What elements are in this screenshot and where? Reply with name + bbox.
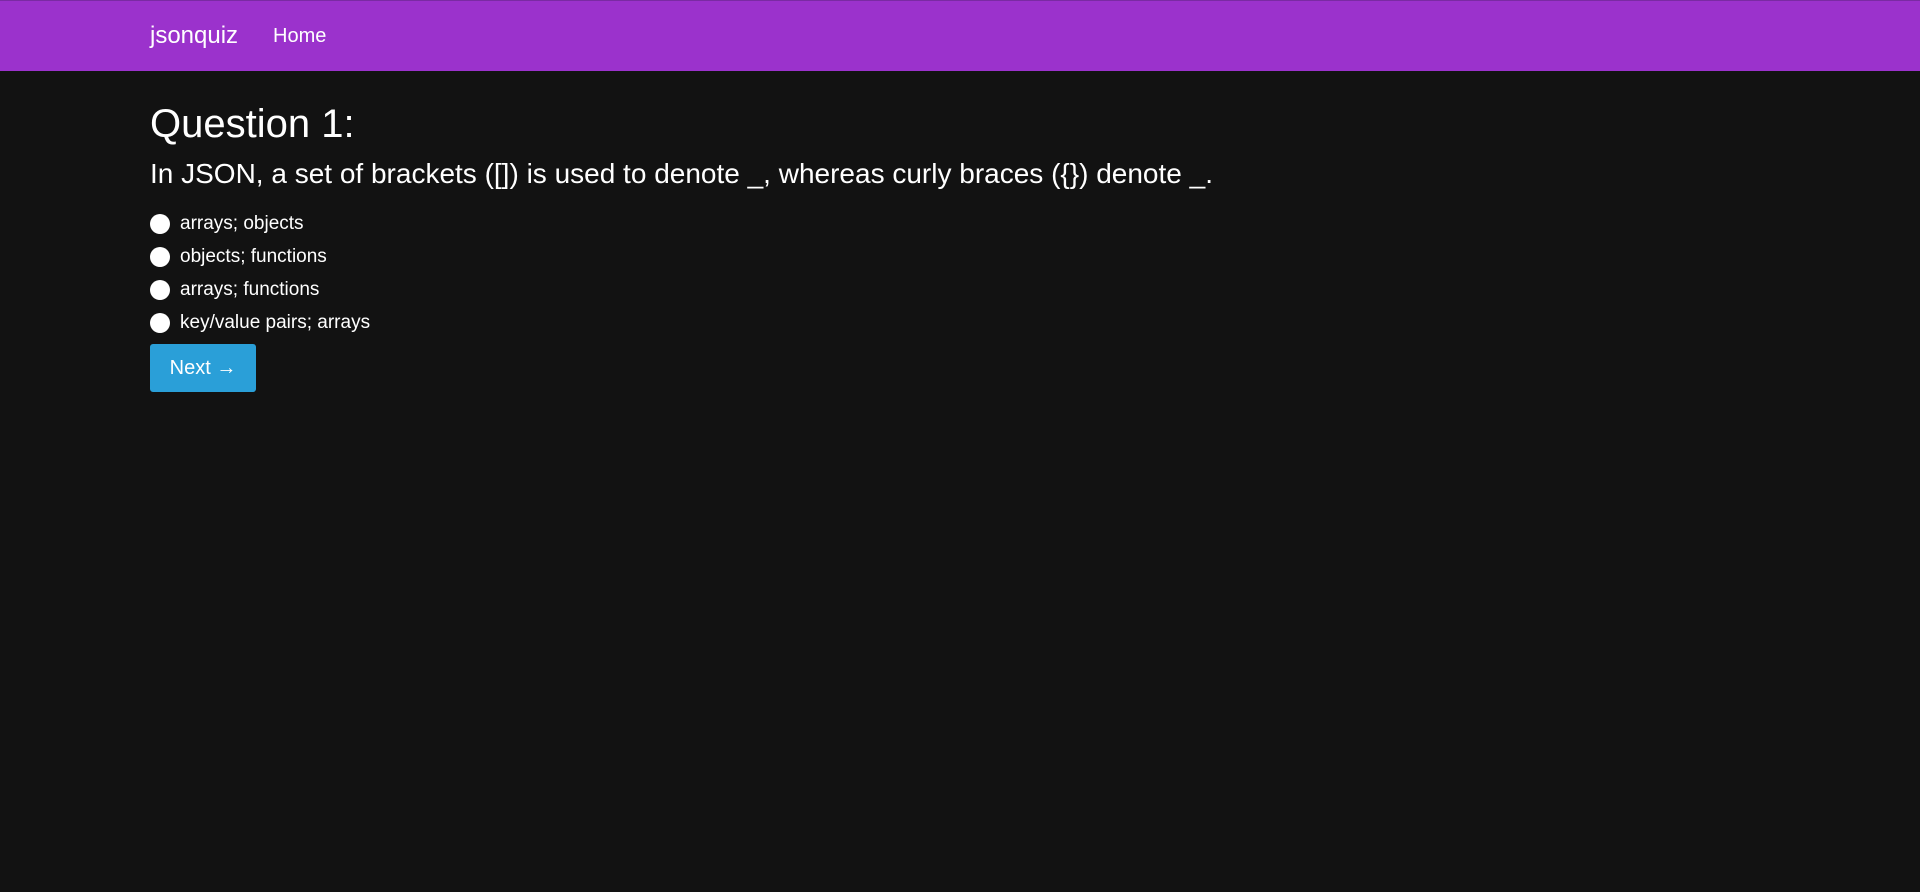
answer-option[interactable]: arrays; objects [150,207,370,240]
answer-option-label: arrays; functions [180,278,320,300]
answer-option-label: key/value pairs; arrays [180,311,371,333]
answer-option-label: arrays; objects [180,212,304,234]
radio-button[interactable] [150,279,170,300]
brand-link[interactable]: jsonquiz [150,21,238,51]
radio-button[interactable] [150,246,170,267]
answer-options: arrays; objects objects; functions array… [150,207,370,339]
radio-button[interactable] [150,312,170,333]
question-text: In JSON, a set of brackets ([]) is used … [150,158,1213,189]
question-title: Question 1: [150,102,355,146]
top-navbar: jsonquiz Home [0,0,1920,71]
answer-option[interactable]: key/value pairs; arrays [150,306,370,339]
answer-option[interactable]: objects; functions [150,240,370,273]
next-button[interactable]: Next → [150,344,256,392]
answer-option-label: objects; functions [180,245,327,267]
nav-link-home[interactable]: Home [273,23,326,49]
answer-option[interactable]: arrays; functions [150,273,370,306]
radio-button[interactable] [150,213,170,234]
